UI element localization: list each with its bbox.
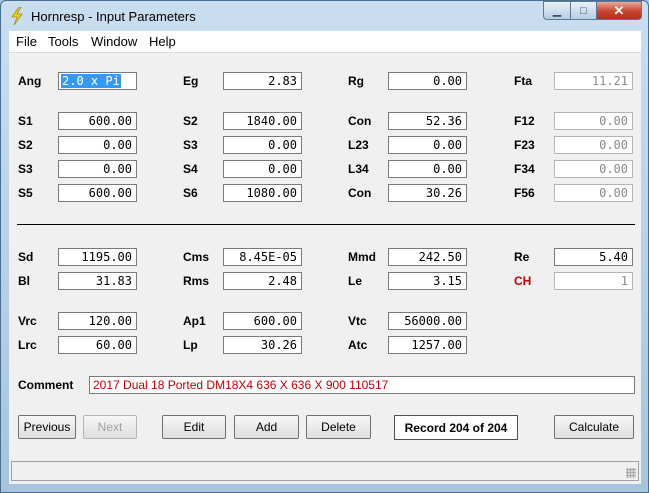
delete-button[interactable]: Delete [306,415,371,439]
input-parameters-panel: Ang 2.0 x Pi Eg 2.83 Rg 0.00 Fta 11.21 S… [9,53,641,484]
f12-field: 0.00 [554,112,633,130]
label-bl: Bl [18,274,30,288]
label-f12: F12 [514,114,535,128]
atc-field[interactable]: 1257.00 [388,336,467,354]
label-rms: Rms [183,274,210,288]
s4-field[interactable]: 0.00 [223,160,302,178]
label-re: Re [514,250,530,264]
s1-field[interactable]: 600.00 [58,112,137,130]
previous-button[interactable]: Previous [18,415,76,439]
edit-button[interactable]: Edit [162,415,226,439]
label-l34: L34 [348,162,369,176]
f34-field: 0.00 [554,160,633,178]
maximize-button[interactable]: □ [570,1,596,20]
next-button[interactable]: Next [83,415,137,439]
calculate-button[interactable]: Calculate [554,415,634,439]
label-comment: Comment [18,378,74,392]
label-ang: Ang [18,74,42,88]
label-s2-b: S2 [18,138,33,152]
label-eg: Eg [183,74,199,88]
label-s4: S4 [183,162,198,176]
ap1-field[interactable]: 600.00 [223,312,302,330]
record-indicator: Record 204 of 204 [394,415,518,440]
label-le: Le [348,274,363,288]
label-mmd: Mmd [348,250,376,264]
l23-field[interactable]: 0.00 [388,136,467,154]
comment-field[interactable]: 2017 Dual 18 Ported DM18X4 636 X 636 X 9… [89,376,635,394]
label-fta: Fta [514,74,532,88]
label-rg: Rg [348,74,364,88]
rms-field[interactable]: 2.48 [223,272,302,290]
label-s1: S1 [18,114,33,128]
label-f56: F56 [514,186,535,200]
label-vrc: Vrc [18,314,37,328]
ang-value: 2.0 x Pi [61,74,121,88]
label-sd: Sd [18,250,34,264]
lightning-bolt-icon [11,7,23,25]
menu-help[interactable]: Help [149,34,176,49]
menu-tools[interactable]: Tools [48,34,78,49]
label-con-1: Con [348,114,372,128]
re-field[interactable]: 5.40 [554,248,633,266]
rg-field[interactable]: 0.00 [388,72,467,90]
s3-field[interactable]: 0.00 [223,136,302,154]
le-field[interactable]: 3.15 [388,272,467,290]
label-f34: F34 [514,162,535,176]
label-atc: Atc [348,338,368,352]
s2-field[interactable]: 1840.00 [223,112,302,130]
status-bar [11,461,639,481]
fta-field: 11.21 [554,72,633,90]
lp-field[interactable]: 30.26 [223,336,302,354]
ang-field[interactable]: 2.0 x Pi [58,72,137,90]
bl-field[interactable]: 31.83 [58,272,137,290]
con-1-field[interactable]: 52.36 [388,112,467,130]
close-button[interactable]: ✕ [596,1,642,20]
resize-grip-icon[interactable] [626,468,636,478]
label-l23: L23 [348,138,369,152]
label-s3: S3 [183,138,198,152]
l34-field[interactable]: 0.00 [388,160,467,178]
label-s6: S6 [183,186,198,200]
mmd-field[interactable]: 242.50 [388,248,467,266]
label-ch: CH [514,274,532,288]
label-s5: S5 [18,186,33,200]
label-vtc: Vtc [348,314,367,328]
f23-field: 0.00 [554,136,633,154]
label-s3-b: S3 [18,162,33,176]
label-f23: F23 [514,138,535,152]
s6-field[interactable]: 1080.00 [223,184,302,202]
menu-file[interactable]: File [16,34,37,49]
eg-field[interactable]: 2.83 [223,72,302,90]
s2-b-field[interactable]: 0.00 [58,136,137,154]
menu-bar: File Tools Window Help [9,31,641,53]
label-lp: Lp [183,338,198,352]
minimize-button[interactable]: ▁ [543,1,570,20]
label-con-2: Con [348,186,372,200]
label-lrc: Lrc [18,338,37,352]
app-window: Hornresp - Input Parameters ▁ □ ✕ File T… [0,0,649,493]
label-cms: Cms [183,250,210,264]
f56-field: 0.00 [554,184,633,202]
cms-field[interactable]: 8.45E-05 [223,248,302,266]
con-2-field[interactable]: 30.26 [388,184,467,202]
label-s2: S2 [183,114,198,128]
window-title: Hornresp - Input Parameters [31,9,196,24]
section-divider [17,224,635,225]
vrc-field[interactable]: 120.00 [58,312,137,330]
ch-field[interactable]: 1 [554,272,633,290]
menu-window[interactable]: Window [91,34,137,49]
s5-field[interactable]: 600.00 [58,184,137,202]
lrc-field[interactable]: 60.00 [58,336,137,354]
label-ap1: Ap1 [183,314,206,328]
s3-b-field[interactable]: 0.00 [58,160,137,178]
vtc-field[interactable]: 56000.00 [388,312,467,330]
add-button[interactable]: Add [234,415,299,439]
title-bar[interactable]: Hornresp - Input Parameters ▁ □ ✕ [1,1,648,31]
sd-field[interactable]: 1195.00 [58,248,137,266]
